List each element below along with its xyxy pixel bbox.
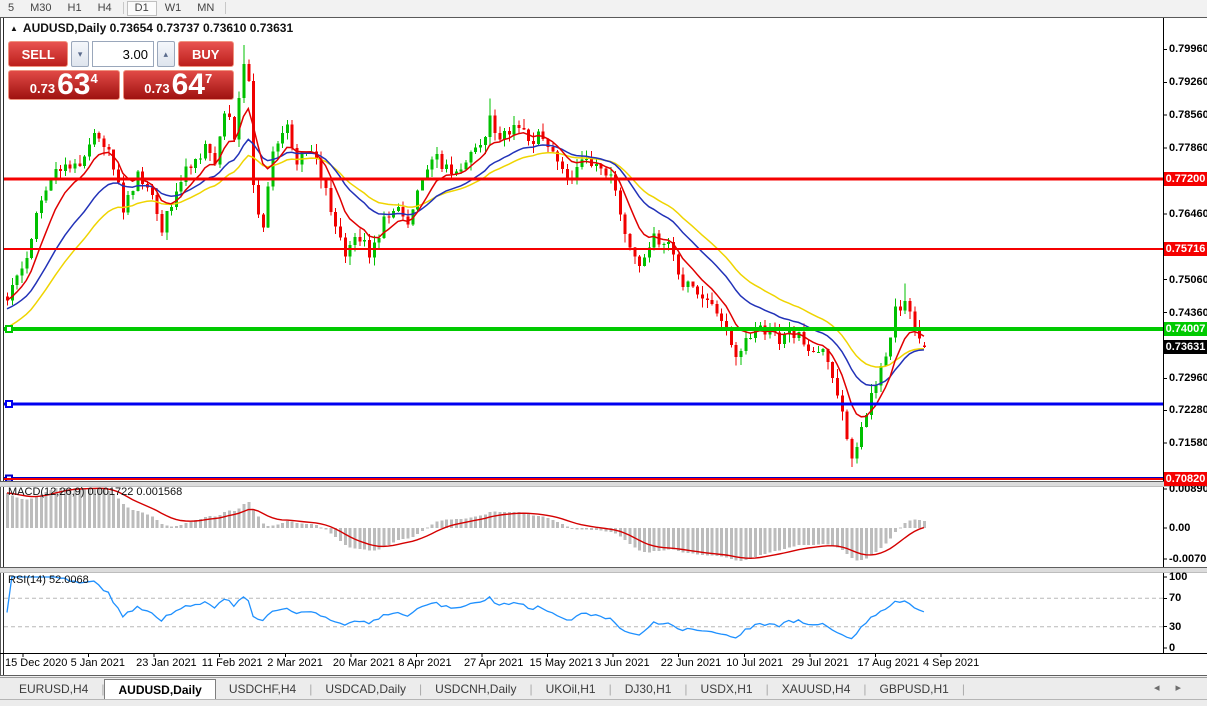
sell-button[interactable]: SELL [8, 41, 69, 67]
macd-tick-label: 0.00 [1169, 522, 1191, 534]
macd-label: MACD(12,26,9) 0.001722 0.001568 [8, 486, 183, 498]
trade-panel-top-row: SELL ▾ ▴ BUY [8, 41, 234, 67]
price-badge: 0.74007 [1164, 322, 1207, 337]
ma-slow-line [6, 151, 924, 368]
tab-dj30-h1[interactable]: DJ30,H1 [612, 679, 685, 699]
price-tick-label: 0.71580 [1169, 437, 1207, 450]
price-tick-label: 0.74360 [1169, 306, 1207, 319]
tab-gbpusd-h1[interactable]: GBPUSD,H1 [867, 679, 962, 699]
tab-usdx-h1[interactable]: USDX,H1 [688, 679, 766, 699]
tab-separator: | [961, 682, 965, 696]
macd-tick-label: -0.00701 [1169, 552, 1207, 565]
tab-usdchf-h4[interactable]: USDCHF,H4 [216, 679, 309, 699]
window-bottom-border [0, 675, 1207, 676]
chart-canvas [4, 45, 1167, 657]
volume-input[interactable] [91, 41, 154, 67]
ma-medium-line [6, 138, 924, 387]
price-badge: 0.70820 [1164, 471, 1207, 486]
collapse-triangle-icon[interactable]: ▲ [10, 24, 18, 33]
macd-rsi-splitter[interactable] [0, 568, 1207, 573]
horizontal-lines-layer[interactable] [4, 177, 1163, 483]
tab-xauusd-h4[interactable]: XAUUSD,H4 [769, 679, 864, 699]
rsi-tick-label: 30 [1169, 620, 1182, 633]
rsi-tick-label: 0 [1169, 642, 1176, 654]
tab-eurusd-h4[interactable]: EURUSD,H4 [6, 679, 101, 699]
hline-handle[interactable] [5, 400, 13, 409]
price-badge: 0.77200 [1164, 172, 1207, 187]
sell-price-display[interactable]: 0.73 63 4 [8, 70, 120, 100]
axis-tick-marks [22, 48, 1167, 657]
tab-scroll-right-icon[interactable]: ▸ [1175, 682, 1197, 694]
buy-price-display[interactable]: 0.73 64 7 [122, 68, 234, 101]
date-label: 15 May 2021 [529, 657, 594, 669]
rsi-tick-label: 100 [1169, 571, 1188, 583]
price-tick-label: 0.79960 [1169, 43, 1207, 56]
buy-price-sup: 7 [204, 71, 213, 86]
hline-handle[interactable] [5, 325, 13, 334]
chart-title-text: AUDUSD,Daily 0.73654 0.73737 0.73610 0.7… [22, 21, 294, 35]
rsi-label: RSI(14) 52.0068 [8, 574, 89, 586]
tab-usdcnh-daily[interactable]: USDCNH,Daily [422, 679, 529, 699]
sell-price-sup: 4 [90, 71, 98, 86]
date-label: 3 Jun 2021 [595, 657, 650, 669]
tab-bar-strip [0, 699, 1207, 700]
price-tick-label: 0.72280 [1169, 404, 1207, 417]
price-tick-label: 0.76460 [1169, 207, 1207, 220]
rsi-tick-label: 70 [1169, 592, 1182, 605]
rsi-line [6, 576, 925, 640]
date-label: 22 Jun 2021 [660, 657, 722, 669]
date-label: 5 Jan 2021 [70, 657, 125, 669]
volume-increase-button[interactable]: ▴ [156, 41, 175, 67]
one-click-trade-panel: SELL ▾ ▴ BUY 0.73 63 4 0.73 64 7 [8, 41, 234, 100]
date-label: 10 Jul 2021 [726, 657, 784, 669]
terminal-stage: 5 M30 H1 H4 D1 W1 MN ▲ AUDUSD,Daily 0.73654 0.7… [0, 0, 1207, 706]
date-label: 11 Feb 2021 [201, 657, 263, 669]
trade-panel-price-row: 0.73 63 4 0.73 64 7 [8, 70, 234, 100]
date-label: 8 Apr 2021 [398, 657, 452, 669]
tab-ukoil-h1[interactable]: UKOil,H1 [533, 679, 609, 699]
price-tick-label: 0.79260 [1169, 76, 1207, 89]
date-label: 27 Apr 2021 [463, 657, 524, 669]
date-label: 2 Mar 2021 [267, 657, 323, 669]
ma-fast-line [6, 106, 925, 418]
buy-price-big: 64 [171, 68, 205, 101]
sell-price-prefix: 0.73 [29, 81, 56, 96]
tab-audusd-daily[interactable]: AUDUSD,Daily [104, 679, 216, 699]
price-tick-label: 0.77860 [1169, 142, 1207, 155]
date-label: 29 Jul 2021 [791, 657, 849, 669]
time-axis-line [0, 653, 1207, 654]
price-tick-label: 0.78560 [1169, 109, 1207, 122]
date-label: 20 Mar 2021 [332, 657, 395, 669]
date-label: 4 Sep 2021 [922, 657, 980, 669]
macd-histogram [6, 488, 926, 562]
price-tick-label: 0.72960 [1169, 372, 1207, 385]
price-tick-label: 0.75060 [1169, 273, 1207, 286]
chart-title: ▲ AUDUSD,Daily 0.73654 0.73737 0.73610 0.… [10, 21, 293, 35]
tab-scroll-arrows: ◂▸ [1154, 681, 1197, 694]
chart-tab-bar: EURUSD,H4 | AUDUSD,Daily USDCHF,H4 | USDCAD,D… [0, 677, 1207, 706]
volume-decrease-button[interactable]: ▾ [71, 41, 89, 67]
price-badge: 0.75716 [1164, 241, 1207, 256]
price-badge: 0.73631 [1164, 339, 1207, 354]
tab-scroll-left-icon[interactable]: ◂ [1154, 682, 1176, 694]
tab-usdcad-daily[interactable]: USDCAD,Daily [312, 679, 419, 699]
date-label: 23 Jan 2021 [136, 657, 197, 669]
sell-price-big: 63 [57, 68, 91, 101]
buy-button[interactable]: BUY [177, 41, 234, 67]
date-label: 17 Aug 2021 [857, 657, 920, 669]
chart-tabs: EURUSD,H4 | AUDUSD,Daily USDCHF,H4 | USDCAD,D… [6, 679, 965, 699]
date-label: 15 Dec 2020 [5, 657, 68, 669]
buy-price-prefix: 0.73 [144, 81, 170, 96]
